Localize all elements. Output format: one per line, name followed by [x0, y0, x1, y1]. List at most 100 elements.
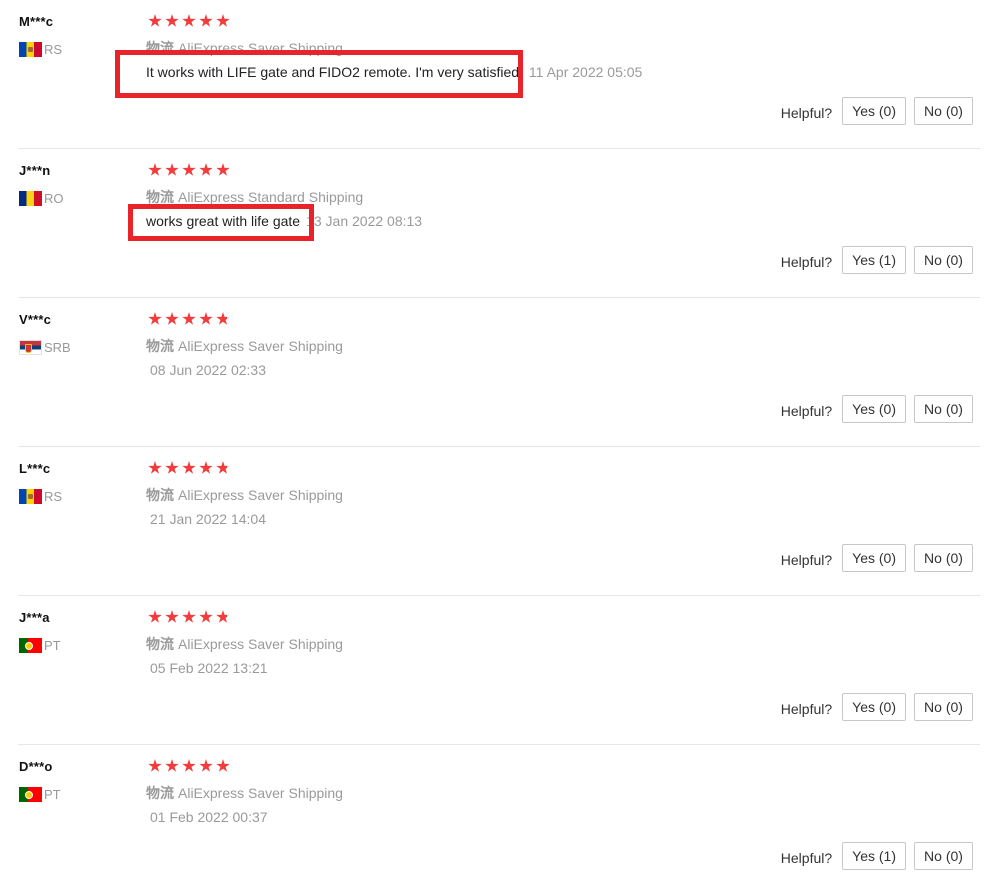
review-content: 05 Feb 2022 13:21: [146, 660, 268, 676]
shipping-label: 物流: [146, 338, 174, 354]
star-icon: [165, 14, 179, 27]
star-icon: [148, 163, 162, 176]
moldova-flag-icon: [19, 488, 42, 504]
reviewer-name: J***a: [19, 610, 50, 625]
country-code: PT: [44, 786, 61, 802]
helpful-yes-button[interactable]: Yes (0): [842, 395, 906, 423]
helpful-yes-button[interactable]: Yes (0): [842, 693, 906, 721]
serbia-flag-icon: [19, 339, 42, 355]
highlight-box: [128, 204, 314, 241]
shipping-method: 物流 AliExpress Saver Shipping: [146, 336, 343, 356]
shipping-method: 物流 AliExpress Saver Shipping: [146, 783, 343, 803]
review-date: 11 Apr 2022 05:05: [528, 64, 643, 80]
star-icon: [216, 163, 230, 176]
country-code: SRB: [44, 339, 71, 355]
star-icon: [148, 759, 162, 772]
helpful-no-button[interactable]: No (0): [914, 693, 973, 721]
portugal-flag-icon: [19, 786, 42, 802]
review-content: 21 Jan 2022 14:04: [146, 511, 266, 527]
helpful-votes: Helpful? Yes (0) No (0): [781, 693, 973, 721]
review-date: 21 Jan 2022 14:04: [150, 511, 266, 527]
romania-flag-icon: [19, 190, 42, 206]
star-rating: [148, 610, 230, 624]
helpful-no-button[interactable]: No (0): [914, 395, 973, 423]
review-item: D***o PT 物流 AliExpress Saver Shipping 01 …: [0, 745, 1000, 894]
reviewer-country: RO: [19, 190, 64, 206]
helpful-no-button[interactable]: No (0): [914, 246, 973, 274]
review-content: 08 Jun 2022 02:33: [146, 362, 266, 378]
reviewer-country: PT: [19, 786, 61, 802]
highlight-box: [115, 50, 523, 98]
helpful-label: Helpful?: [780, 552, 833, 568]
helpful-yes-button[interactable]: Yes (1): [842, 246, 906, 274]
reviewer-name: V***c: [19, 312, 52, 327]
star-icon: [216, 312, 230, 325]
review-date: 08 Jun 2022 02:33: [150, 362, 266, 378]
shipping-value: AliExpress Saver Shipping: [178, 636, 343, 652]
moldova-flag-icon: [19, 41, 42, 57]
review-item: L***c RS 物流 AliExpress Saver Shipping 21 …: [0, 447, 1000, 596]
review-list: M***c RS 物流 AliExpress Saver Shipping It …: [0, 0, 1000, 894]
helpful-votes: Helpful? Yes (1) No (0): [781, 842, 973, 870]
shipping-value: AliExpress Saver Shipping: [178, 487, 343, 503]
reviewer-name: J***n: [19, 163, 51, 178]
shipping-value: AliExpress Saver Shipping: [178, 338, 343, 354]
shipping-label: 物流: [146, 636, 174, 652]
star-icon: [199, 163, 213, 176]
star-icon: [216, 461, 230, 474]
star-icon: [199, 759, 213, 772]
star-icon: [182, 461, 196, 474]
review-date: 05 Feb 2022 13:21: [150, 660, 268, 676]
helpful-label: Helpful?: [780, 254, 833, 270]
review-item: V***c SRB 物流 AliExpress Saver Shipping 08…: [0, 298, 1000, 447]
helpful-label: Helpful?: [780, 403, 833, 419]
star-icon: [148, 461, 162, 474]
review-item: J***a PT 物流 AliExpress Saver Shipping 05 …: [0, 596, 1000, 745]
reviewer-country: RS: [19, 41, 62, 57]
shipping-label: 物流: [146, 487, 174, 503]
helpful-yes-button[interactable]: Yes (0): [842, 544, 906, 572]
helpful-yes-button[interactable]: Yes (0): [842, 97, 906, 125]
star-icon: [216, 14, 230, 27]
star-icon: [165, 461, 179, 474]
reviewer-country: PT: [19, 637, 61, 653]
country-code: RS: [44, 488, 63, 504]
star-icon: [165, 163, 179, 176]
shipping-method: 物流 AliExpress Saver Shipping: [146, 634, 343, 654]
star-icon: [199, 14, 213, 27]
helpful-votes: Helpful? Yes (0) No (0): [781, 395, 973, 423]
star-rating: [148, 461, 230, 475]
reviewer-country: RS: [19, 488, 62, 504]
star-icon: [182, 759, 196, 772]
helpful-votes: Helpful? Yes (0) No (0): [781, 97, 973, 125]
star-icon: [199, 312, 213, 325]
star-rating: [148, 14, 230, 28]
review-date: 01 Feb 2022 00:37: [150, 809, 268, 825]
star-rating: [148, 163, 230, 177]
review-content: 01 Feb 2022 00:37: [146, 809, 268, 825]
helpful-label: Helpful?: [780, 701, 833, 717]
shipping-label: 物流: [146, 785, 174, 801]
helpful-label: Helpful?: [780, 105, 833, 121]
helpful-yes-button[interactable]: Yes (1): [842, 842, 906, 870]
helpful-no-button[interactable]: No (0): [914, 544, 973, 572]
star-icon: [148, 610, 162, 623]
shipping-value: AliExpress Saver Shipping: [178, 785, 343, 801]
star-rating: [148, 312, 230, 326]
helpful-no-button[interactable]: No (0): [914, 97, 973, 125]
reviewer-country: SRB: [19, 339, 71, 355]
star-icon: [216, 759, 230, 772]
star-icon: [216, 610, 230, 623]
portugal-flag-icon: [19, 637, 42, 653]
reviewer-name: D***o: [19, 759, 53, 774]
helpful-no-button[interactable]: No (0): [914, 842, 973, 870]
star-icon: [148, 14, 162, 27]
country-code: RS: [44, 41, 63, 57]
shipping-label: 物流: [146, 189, 174, 205]
star-rating: [148, 759, 230, 773]
country-code: PT: [44, 637, 61, 653]
star-icon: [148, 312, 162, 325]
helpful-votes: Helpful? Yes (0) No (0): [781, 544, 973, 572]
star-icon: [165, 312, 179, 325]
reviewer-name: L***c: [19, 461, 51, 476]
